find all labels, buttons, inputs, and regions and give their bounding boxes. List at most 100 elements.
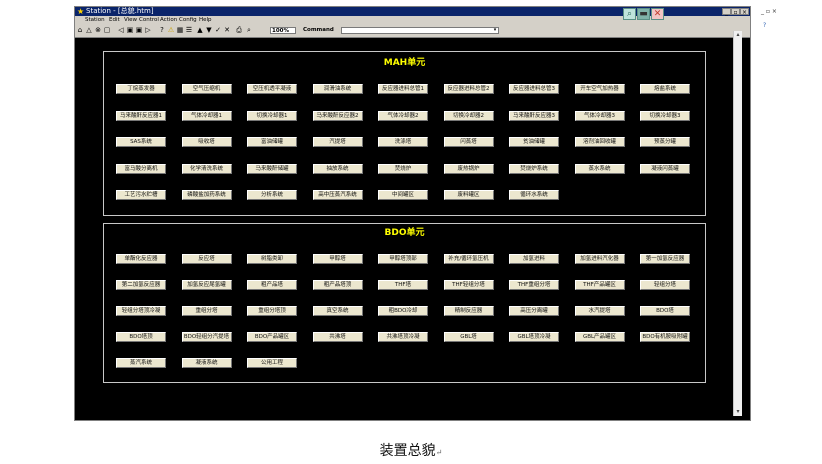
menu-help[interactable]: Help (199, 16, 212, 25)
bdo-button[interactable]: 粗产品塔顶 (312, 280, 363, 290)
outer-help-icon[interactable]: ? (763, 22, 766, 29)
mah-button[interactable]: 凝液闪蒸罐 (640, 163, 690, 174)
bdo-button[interactable]: 第一加氢反应器 (640, 254, 690, 264)
mah-button[interactable]: 焚烧炉 (378, 163, 428, 174)
mah-button[interactable]: 抽放系统 (312, 163, 363, 174)
mah-button[interactable]: 富油储罐 (247, 137, 297, 147)
mah-button[interactable]: 贫油储罐 (509, 137, 559, 147)
bdo-button[interactable]: THF产品罐区 (574, 280, 625, 290)
bdo-button[interactable]: 共沸塔 (312, 332, 363, 342)
list-icon[interactable]: ☰ (185, 26, 193, 35)
mah-button[interactable]: 溶剂油回收罐 (574, 137, 625, 147)
command-input[interactable]: ▾ (341, 27, 499, 34)
cross-icon[interactable]: ✕ (223, 26, 231, 35)
close-tool-icon[interactable]: ✕ (651, 8, 664, 20)
mah-button[interactable]: 洗涤塔 (378, 137, 428, 147)
bdo-button[interactable]: BDO塔顶 (116, 332, 166, 342)
mah-button[interactable]: 富马酸分离机 (116, 163, 166, 174)
bdo-button[interactable]: 共沸塔顶冷凝 (378, 332, 428, 342)
mah-button[interactable]: 马来酸酐储罐 (247, 163, 297, 174)
print-icon[interactable]: ⎙ (235, 26, 243, 35)
bdo-button[interactable]: 粗产品塔 (247, 280, 297, 290)
doc-icon[interactable]: ▢ (103, 26, 111, 35)
maximize-icon[interactable]: ▫ (731, 8, 740, 16)
mah-button[interactable]: 闪蒸塔 (443, 137, 494, 147)
bdo-button[interactable]: 水汽提塔 (574, 306, 625, 316)
menu-control[interactable]: Control (139, 16, 159, 25)
bdo-button[interactable]: 甲醇塔 (312, 254, 363, 264)
bdo-button[interactable]: 轻组分塔 (640, 280, 690, 290)
zoom-tool-icon[interactable]: ⌕ (623, 8, 636, 20)
bdo-button[interactable]: 加氢反应尾氢罐 (181, 280, 232, 290)
triangle-icon[interactable]: △ (85, 26, 93, 35)
scroll-down-icon[interactable]: ▾ (735, 409, 741, 415)
mah-button[interactable]: 预蒸分罐 (640, 137, 690, 147)
scroll-up-icon[interactable]: ▴ (735, 32, 741, 38)
up-icon[interactable]: ▲ (196, 26, 204, 35)
bdo-button[interactable]: GBL塔 (443, 332, 494, 342)
bdo-button[interactable]: THF轻组分塔 (443, 280, 494, 290)
bdo-button[interactable]: 反应塔 (181, 254, 232, 264)
bdo-button[interactable]: 真空系统 (312, 306, 363, 316)
mah-button[interactable]: 工艺污水贮槽 (116, 190, 166, 200)
menu-station[interactable]: Station (85, 16, 105, 25)
mah-button[interactable]: 废热锅炉 (443, 163, 494, 174)
menu-edit[interactable]: Edit (109, 16, 120, 25)
mah-button[interactable]: 循环水系统 (509, 190, 559, 200)
alarm-icon[interactable]: ⚠ (167, 26, 175, 35)
magnifier-icon[interactable]: ⌕ (245, 26, 253, 35)
bdo-button[interactable]: BDO轻组分汽提塔 (181, 332, 232, 342)
outer-minimize-icon[interactable]: _ ▫ × (761, 8, 777, 15)
menu-config[interactable]: Config (179, 16, 197, 25)
bdo-button[interactable]: 重组分塔顶 (247, 306, 297, 316)
bdo-button[interactable]: BDO有机胺吸附罐 (640, 332, 690, 342)
vertical-scrollbar[interactable]: ▴ ▾ (733, 31, 742, 416)
mah-button[interactable]: 分析系统 (247, 190, 297, 200)
bdo-button[interactable]: 重组分塔 (181, 306, 232, 316)
mah-button[interactable]: 磷酸盐加药系统 (181, 190, 232, 200)
bdo-button[interactable]: 第二加氢反应器 (116, 280, 166, 290)
mah-button[interactable]: 开车空气加热器 (574, 84, 625, 94)
tool-icon[interactable]: ▬ (637, 8, 650, 20)
bdo-button[interactable]: THF重组分塔 (509, 280, 559, 290)
mah-button[interactable]: 吸收塔 (181, 137, 232, 147)
mah-button[interactable]: 废料罐区 (443, 190, 494, 200)
down-icon[interactable]: ▼ (205, 26, 213, 35)
bdo-button[interactable]: 单酯化反应器 (116, 254, 166, 264)
bdo-button[interactable]: 凝液系统 (181, 358, 232, 368)
mah-button[interactable]: 气体冷却器1 (181, 110, 232, 121)
bdo-button[interactable]: 公用工程 (247, 358, 297, 368)
next-icon[interactable]: ▣ (135, 26, 143, 35)
menu-view[interactable]: View (124, 16, 137, 25)
mah-button[interactable]: 蒸水系统 (574, 163, 625, 174)
bdo-button[interactable]: 补充/循环氢压机 (443, 254, 494, 264)
mah-button[interactable]: 马来酸酐反应器3 (509, 110, 559, 121)
mah-button[interactable]: 空气压缩机 (181, 84, 232, 94)
minimize-icon[interactable]: _ (722, 8, 731, 16)
mah-button[interactable]: 切换冷却器2 (443, 110, 494, 121)
mah-button[interactable]: 马来酸酐反应器1 (116, 110, 166, 121)
mah-button[interactable]: 润滑油系统 (312, 84, 363, 94)
prev-icon[interactable]: ▣ (126, 26, 134, 35)
home-icon[interactable]: ⌂ (76, 26, 84, 35)
mah-button[interactable]: SAS系统 (116, 137, 166, 147)
mah-button[interactable]: 反应器进料总管1 (378, 84, 428, 94)
bdo-button[interactable]: 加氢进料 (509, 254, 559, 264)
mah-button[interactable]: 气体冷却器2 (378, 110, 428, 121)
mah-button[interactable]: 反应器进料总管2 (443, 84, 494, 94)
forward-icon[interactable]: ▷ (144, 26, 152, 35)
help-icon[interactable]: ? (158, 26, 166, 35)
bdo-button[interactable]: THF塔 (378, 280, 428, 290)
bdo-button[interactable]: BDO产品罐区 (247, 332, 297, 342)
menu-action[interactable]: Action (160, 16, 177, 25)
grid-icon[interactable]: ▦ (176, 26, 184, 35)
bdo-button[interactable]: 加氢进料汽化器 (574, 254, 625, 264)
chevron-down-icon[interactable]: ▾ (492, 28, 498, 33)
mah-button[interactable]: 焚烧炉系统 (509, 163, 559, 174)
mah-button[interactable]: 马来酸酐反应器2 (312, 110, 363, 121)
check-icon[interactable]: ✓ (214, 26, 222, 35)
bdo-button[interactable]: 轻组分塔顶冷凝 (116, 306, 166, 316)
mah-button[interactable]: 切换冷却器3 (640, 110, 690, 121)
zoom-select[interactable]: 100% (270, 27, 296, 34)
mah-button[interactable]: 空压机透平凝液 (247, 84, 297, 94)
